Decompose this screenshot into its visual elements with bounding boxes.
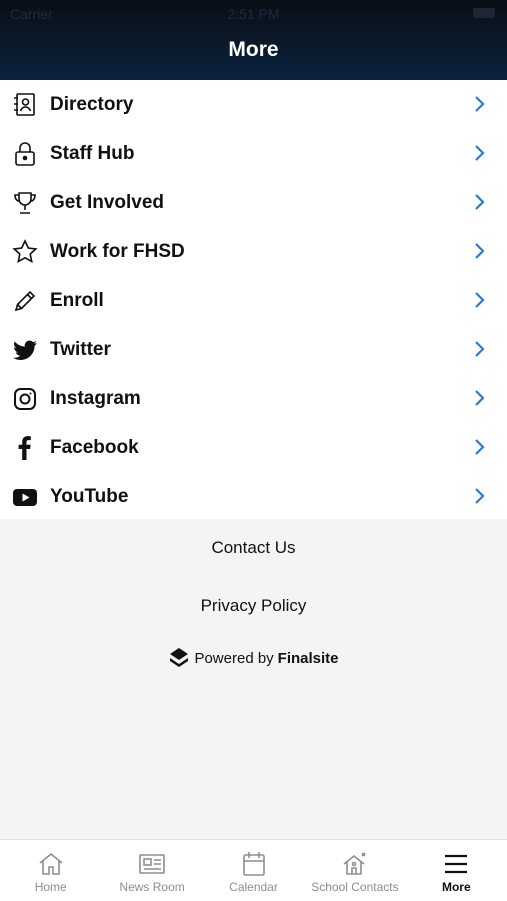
chevron-right-icon [473, 241, 487, 261]
menu-item-label: Enroll [50, 289, 104, 311]
menu-item-get-involved[interactable]: Get Involved [0, 178, 507, 227]
youtube-icon [12, 484, 38, 510]
privacy-policy-link[interactable]: Privacy Policy [0, 596, 507, 616]
star-icon [12, 238, 38, 265]
tab-label: Home [34, 880, 67, 894]
menu-item-facebook[interactable]: Facebook [0, 423, 507, 472]
menu-item-directory[interactable]: Directory [0, 80, 507, 129]
powered-by-prefix: Powered by [194, 649, 274, 667]
home-icon [37, 850, 65, 878]
status-time: 2:51 PM [227, 6, 280, 22]
tab-news-room[interactable]: News Room [101, 840, 202, 901]
menu-item-twitter[interactable]: Twitter [0, 325, 507, 374]
menu-item-youtube[interactable]: YouTube [0, 472, 507, 521]
twitter-icon [12, 337, 38, 363]
tab-home[interactable]: Home [0, 840, 101, 901]
tab-more[interactable]: More [406, 840, 507, 901]
lock-icon [12, 141, 38, 167]
footer: Contact Us Privacy Policy Powered by Fin… [0, 519, 507, 839]
finalsite-logo-icon [168, 647, 190, 669]
tab-bar: Home News Room Calendar School Contacts … [0, 839, 507, 901]
newspaper-icon [138, 850, 166, 878]
calendar-icon [240, 850, 268, 878]
pencil-icon [12, 288, 38, 314]
tab-calendar[interactable]: Calendar [203, 840, 304, 901]
menu-icon [442, 850, 470, 878]
page-title: More [228, 38, 279, 61]
powered-by[interactable]: Powered by Finalsite [0, 647, 507, 669]
menu-item-label: Facebook [50, 436, 139, 458]
menu-item-label: YouTube [50, 485, 129, 507]
contact-us-link[interactable]: Contact Us [0, 538, 507, 558]
menu-item-label: Instagram [50, 387, 141, 409]
menu-item-enroll[interactable]: Enroll [0, 276, 507, 325]
directory-icon [12, 92, 38, 118]
facebook-icon [12, 435, 38, 461]
more-menu: Directory Staff Hub Get Involved Work fo… [0, 80, 507, 521]
menu-item-work-for-fhsd[interactable]: Work for FHSD [0, 227, 507, 276]
menu-item-label: Work for FHSD [50, 240, 185, 262]
tab-school-contacts[interactable]: School Contacts [304, 840, 405, 901]
chevron-right-icon [473, 192, 487, 212]
status-bar: Carrier 2:51 PM [0, 4, 507, 24]
menu-item-instagram[interactable]: Instagram [0, 374, 507, 423]
tab-label: News Room [119, 880, 185, 894]
chevron-right-icon [473, 388, 487, 408]
tab-label: Calendar [229, 880, 278, 894]
menu-item-label: Staff Hub [50, 142, 135, 164]
chevron-right-icon [473, 339, 487, 359]
tab-label: School Contacts [311, 880, 399, 894]
battery-icon [473, 8, 495, 18]
menu-item-label: Directory [50, 93, 134, 115]
chevron-right-icon [473, 94, 487, 114]
powered-by-brand: Finalsite [277, 649, 339, 667]
chevron-right-icon [473, 143, 487, 163]
header: Carrier 2:51 PM More [0, 0, 507, 80]
menu-item-label: Get Involved [50, 191, 165, 213]
instagram-icon [12, 386, 38, 412]
menu-item-staff-hub[interactable]: Staff Hub [0, 129, 507, 178]
school-contacts-icon [341, 850, 369, 878]
chevron-right-icon [473, 486, 487, 506]
tab-label: More [441, 880, 471, 894]
chevron-right-icon [473, 290, 487, 310]
chevron-right-icon [473, 437, 487, 457]
trophy-icon [12, 190, 38, 216]
menu-item-label: Twitter [50, 338, 111, 360]
